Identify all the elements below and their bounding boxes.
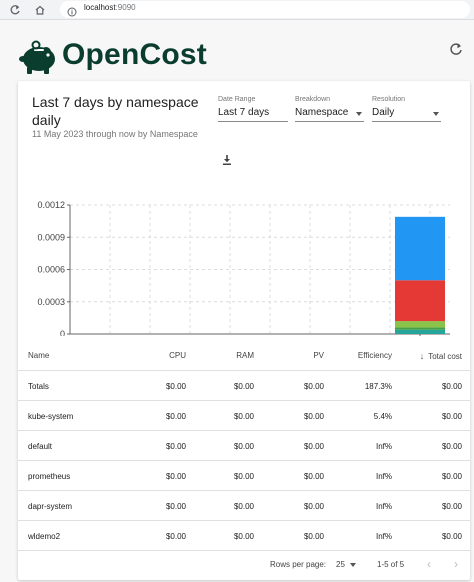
table-row[interactable]: prometheus $0.00 $0.00 $0.00 Inf% $0.00 — [18, 461, 470, 491]
table-row[interactable]: Totals $0.00 $0.00 $0.00 187.3% $0.00 — [18, 371, 470, 401]
cell-name: dapr-system — [28, 502, 73, 511]
cell-pv: $0.00 — [303, 502, 324, 511]
cell-ram: $0.00 — [233, 382, 254, 391]
cell-cpu: $0.00 — [165, 412, 186, 421]
cell-efficiency: 187.3% — [364, 382, 392, 391]
report-subtitle: 11 May 2023 through now by Namespace — [32, 129, 198, 139]
table-row[interactable]: wldemo2 $0.00 $0.00 $0.00 Inf% $0.00 — [18, 521, 470, 551]
column-header-cpu[interactable]: CPU — [169, 351, 186, 360]
home-icon[interactable] — [32, 2, 48, 18]
cell-name: prometheus — [28, 472, 71, 481]
cell-name: wldemo2 — [28, 532, 61, 541]
page-range: 1-5 of 5 — [377, 560, 405, 569]
cell-ram: $0.00 — [233, 502, 254, 511]
refresh-icon[interactable] — [7, 2, 23, 18]
cell-ram: $0.00 — [233, 412, 254, 421]
cell-cpu: $0.00 — [165, 442, 186, 451]
cell-cpu: $0.00 — [165, 472, 186, 481]
cell-name: Totals — [28, 382, 49, 391]
rows-per-page-select[interactable]: 25 — [336, 560, 345, 569]
chevron-down-icon[interactable] — [350, 563, 356, 567]
date-range-select[interactable]: Date Range Last 7 days — [218, 96, 288, 122]
chevron-down-icon — [433, 112, 439, 116]
resolution-value: Daily — [372, 107, 395, 118]
cell-total: $0.00 — [441, 472, 462, 481]
cell-pv: $0.00 — [303, 472, 324, 481]
cell-efficiency: Inf% — [375, 472, 392, 481]
address-bar[interactable]: localhost:9090 — [60, 1, 470, 18]
column-header-efficiency[interactable]: Efficiency — [358, 351, 392, 360]
y-tick-label: 0.0003 — [37, 297, 65, 307]
table-row[interactable]: default $0.00 $0.00 $0.00 Inf% $0.00 — [18, 431, 470, 461]
cell-ram: $0.00 — [233, 472, 254, 481]
rows-per-page-label: Rows per page: — [270, 560, 327, 569]
table-header-row: Name CPU RAM PV Efficiency ↓ Total cost — [18, 339, 470, 371]
bar-segment — [395, 321, 445, 328]
bar-segment — [395, 216, 445, 281]
cell-total: $0.00 — [441, 502, 462, 511]
cell-total: $0.00 — [441, 442, 462, 451]
cell-ram: $0.00 — [233, 532, 254, 541]
column-header-total-cost[interactable]: ↓ Total cost — [420, 351, 462, 361]
stacked-bar-chart: 00.00030.00060.00090.00122023-5-17 — [37, 200, 450, 348]
chevron-down-icon — [356, 112, 362, 116]
report-title: Last 7 days by namespace daily — [32, 94, 199, 128]
resolution-field[interactable]: Daily — [372, 106, 441, 122]
table-row[interactable]: dapr-system $0.00 $0.00 $0.00 Inf% $0.00 — [18, 491, 470, 521]
y-tick-label: 0.0006 — [37, 265, 65, 275]
cell-total: $0.00 — [441, 412, 462, 421]
cell-pv: $0.00 — [303, 532, 324, 541]
bar-segment — [395, 327, 445, 330]
cell-total: $0.00 — [441, 382, 462, 391]
date-range-label: Date Range — [218, 96, 256, 103]
column-header-ram[interactable]: RAM — [236, 351, 254, 360]
cell-name: kube-system — [28, 412, 74, 421]
column-header-name[interactable]: Name — [28, 351, 49, 360]
cost-chart: 00.00030.00060.00090.00122023-5-17 — [18, 186, 470, 348]
cell-pv: $0.00 — [303, 382, 324, 391]
breakdown-field[interactable]: Namespace — [295, 106, 364, 122]
total-cost-label: Total cost — [428, 352, 462, 361]
column-header-pv[interactable]: PV — [313, 351, 324, 360]
page: OpenCost Last 7 days by namespace daily … — [0, 20, 474, 582]
report-card: Last 7 days by namespace daily 11 May 20… — [18, 81, 470, 580]
bar-segment — [395, 280, 445, 322]
bar-segment — [395, 329, 445, 334]
arrow-down-icon: ↓ — [419, 351, 425, 361]
cell-ram: $0.00 — [233, 442, 254, 451]
y-tick-label: 0 — [60, 329, 65, 336]
url-port: :9090 — [115, 3, 136, 12]
resolution-select[interactable]: Resolution Daily — [372, 96, 441, 122]
breakdown-select[interactable]: Breakdown Namespace — [295, 96, 364, 122]
cell-name: default — [28, 442, 53, 451]
browser-toolbar: localhost:9090 — [0, 0, 474, 20]
cell-total: $0.00 — [441, 532, 462, 541]
chevron-left-icon[interactable]: ‹ — [423, 558, 435, 570]
pagination: Rows per page: 25 1-5 of 5 ‹ › — [18, 553, 470, 577]
cell-efficiency: Inf% — [375, 502, 392, 511]
breakdown-label: Breakdown — [295, 96, 331, 103]
cell-cpu: $0.00 — [165, 382, 186, 391]
table-row[interactable]: kube-system $0.00 $0.00 $0.00 5.4% $0.00 — [18, 401, 470, 431]
refresh-icon[interactable] — [449, 42, 465, 58]
breakdown-value: Namespace — [295, 107, 349, 118]
date-range-value: Last 7 days — [218, 107, 270, 118]
cell-cpu: $0.00 — [165, 532, 186, 541]
cell-cpu: $0.00 — [165, 502, 186, 511]
cell-pv: $0.00 — [303, 442, 324, 451]
resolution-label: Resolution — [372, 96, 406, 103]
y-tick-label: 0.0009 — [37, 232, 65, 242]
cell-efficiency: 5.4% — [373, 412, 392, 421]
download-icon[interactable] — [220, 153, 234, 167]
cell-efficiency: Inf% — [375, 532, 392, 541]
logo-text: OpenCost — [62, 38, 207, 71]
date-range-field[interactable]: Last 7 days — [218, 106, 288, 122]
url-text: localhost:9090 — [84, 3, 136, 12]
url-host: localhost — [84, 3, 116, 12]
y-tick-label: 0.0012 — [37, 200, 65, 210]
cell-efficiency: Inf% — [375, 442, 392, 451]
cell-pv: $0.00 — [303, 412, 324, 421]
chevron-right-icon[interactable]: › — [450, 558, 462, 570]
piggy-bank-icon — [18, 40, 58, 81]
